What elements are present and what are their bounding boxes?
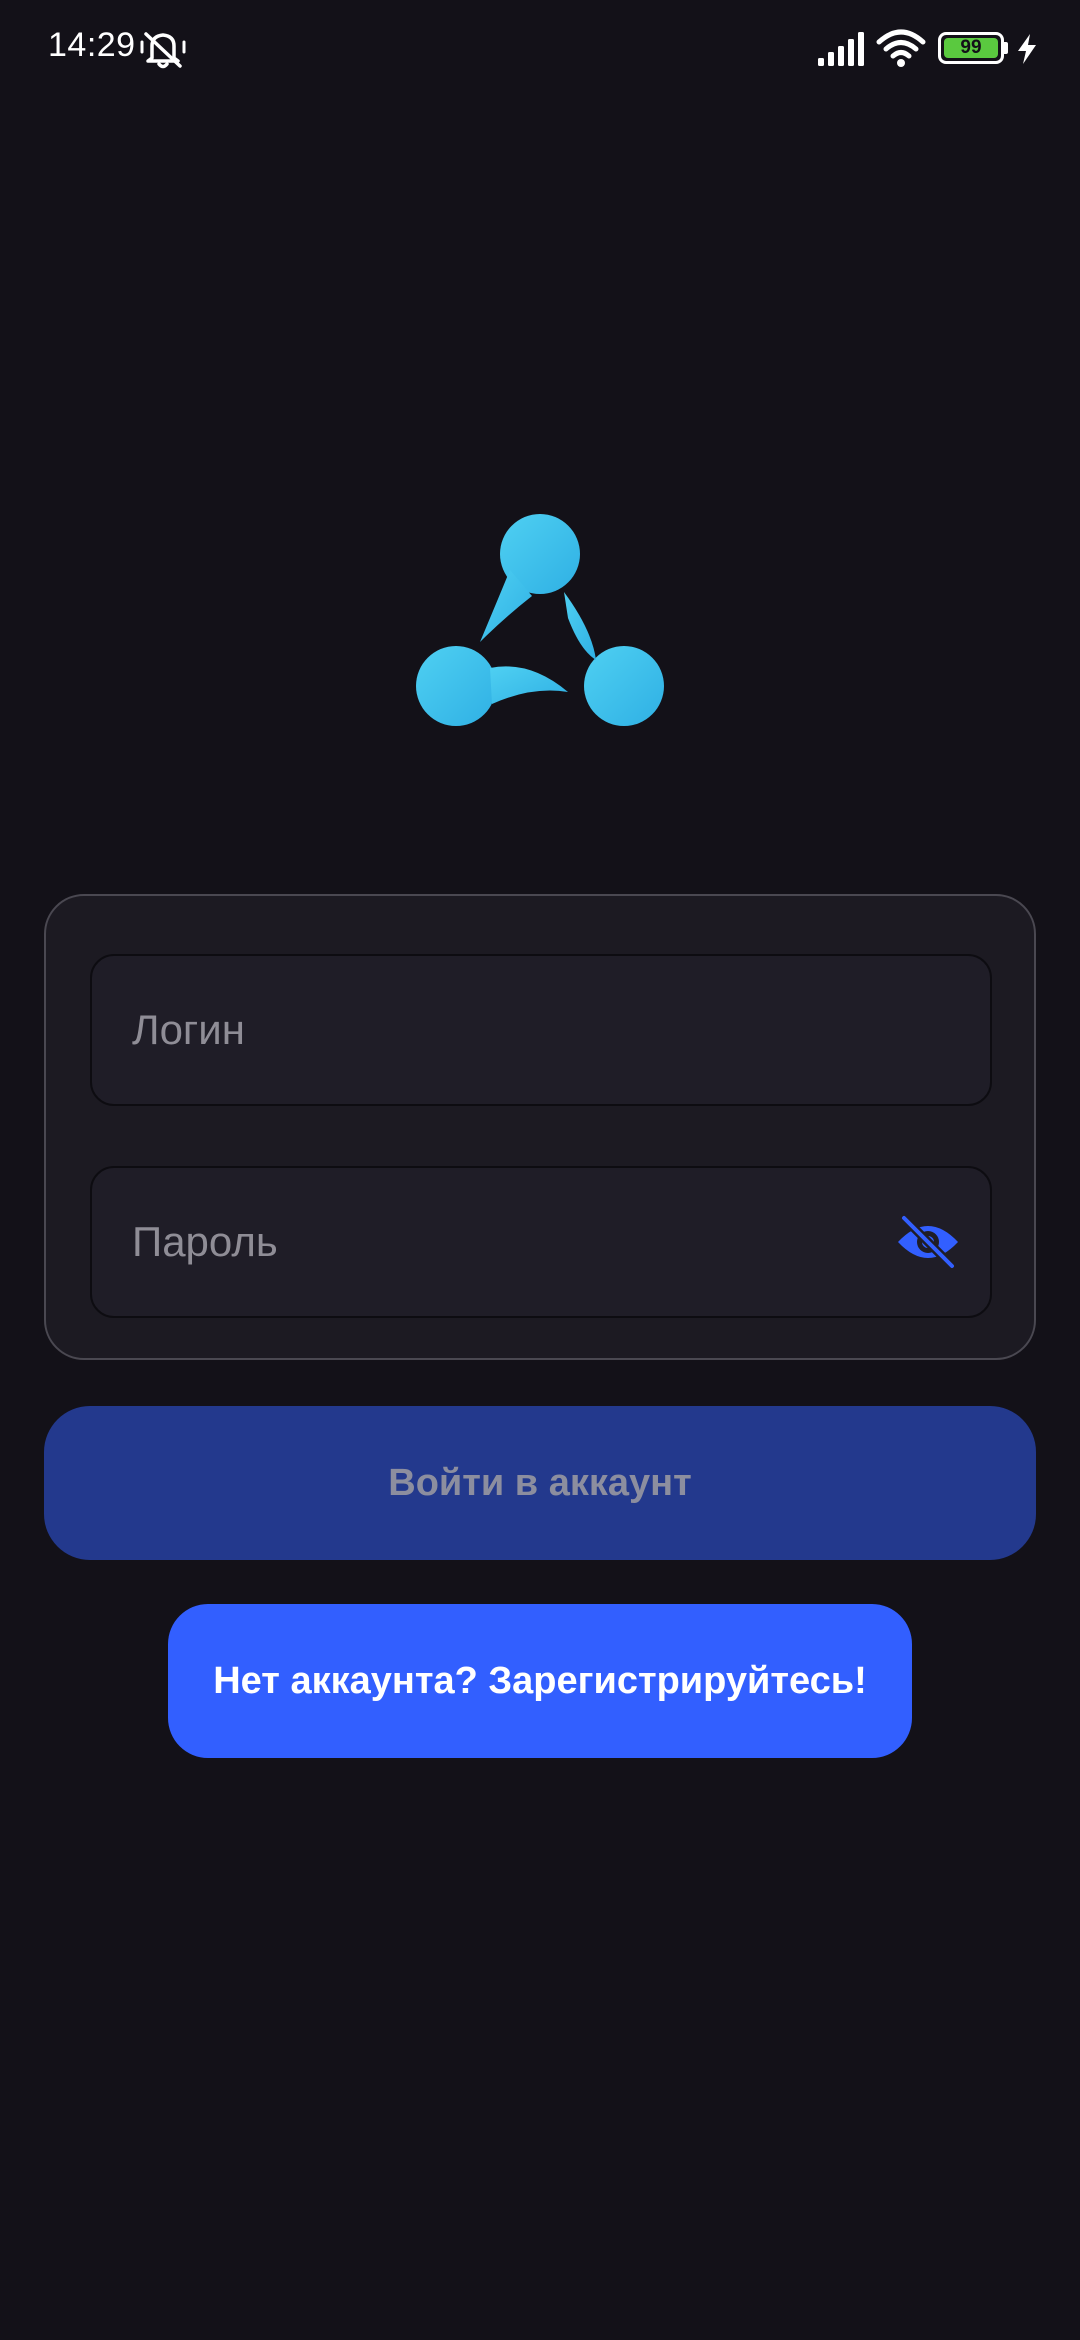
battery-body: 99 — [938, 32, 1004, 64]
battery-icon: 99 — [938, 32, 1050, 68]
login-button[interactable]: Войти в аккаунт — [44, 1406, 1036, 1560]
notifications-muted-icon — [140, 32, 186, 69]
three-node-logo-icon — [416, 514, 664, 726]
battery-cap — [1004, 42, 1008, 54]
eye-off-icon[interactable] — [896, 1214, 960, 1270]
charging-icon — [1018, 34, 1036, 64]
status-bar: 14:29 99 — [0, 0, 1080, 100]
signal-icon — [818, 32, 864, 66]
register-button[interactable]: Нет аккаунта? Зарегистрируйтесь! — [168, 1604, 912, 1758]
wifi-icon — [876, 29, 926, 67]
password-input[interactable] — [132, 1168, 912, 1316]
battery-level: 99 — [944, 37, 998, 58]
status-time: 14:29 — [48, 26, 136, 64]
login-card — [44, 894, 1036, 1360]
password-field[interactable] — [90, 1166, 992, 1318]
login-input[interactable] — [132, 956, 912, 1104]
login-field[interactable] — [90, 954, 992, 1106]
